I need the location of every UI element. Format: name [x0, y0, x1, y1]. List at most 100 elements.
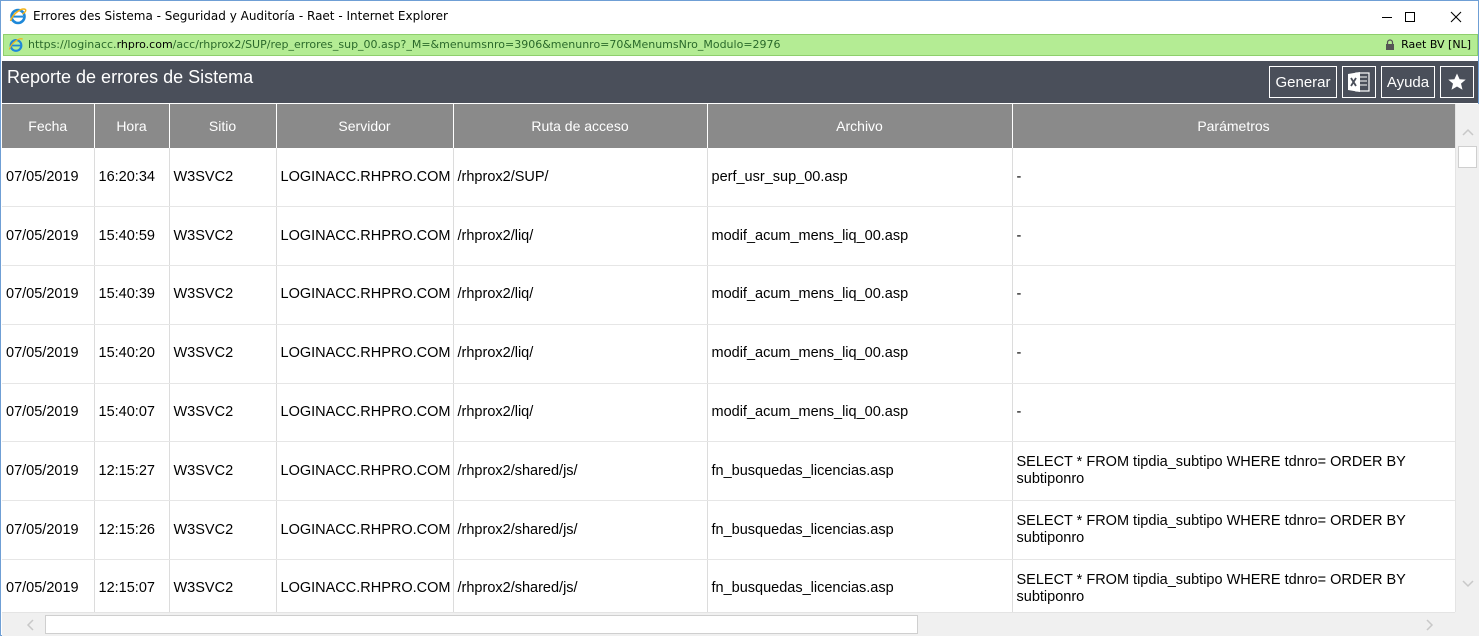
vertical-scroll-thumb[interactable]	[1458, 146, 1477, 168]
cell-hora: 16:20:34	[94, 148, 170, 208]
cell-sitio: W3SVC2	[169, 324, 277, 384]
table-row[interactable]: 07/05/2019 16:20:34 W3SVC2 LOGINACC.RHPR…	[2, 148, 1456, 208]
cell-parametros: SELECT * FROM tipdia_subtipo WHERE tdnro…	[1012, 500, 1456, 561]
report-header: Reporte de errores de Sistema Generar Ay…	[2, 61, 1478, 103]
cell-fecha: 07/05/2019	[2, 265, 95, 325]
column-header-hora[interactable]: Hora	[94, 104, 170, 148]
internet-explorer-icon	[9, 8, 27, 25]
cell-parametros: SELECT * FROM tipdia_subtipo WHERE tdnro…	[1012, 559, 1456, 619]
column-header-servidor[interactable]: Servidor	[276, 104, 454, 148]
ayuda-label: Ayuda	[1386, 73, 1430, 91]
scroll-up-icon[interactable]	[1460, 126, 1476, 138]
cell-sitio: W3SVC2	[169, 148, 277, 208]
cell-parametros: -	[1012, 265, 1456, 325]
cell-fecha: 07/05/2019	[2, 324, 95, 384]
cell-archivo: modif_acum_mens_liq_00.asp	[707, 265, 1013, 325]
favorite-button[interactable]	[1440, 66, 1474, 98]
cell-hora: 12:15:07	[94, 559, 170, 619]
cell-parametros: -	[1012, 324, 1456, 384]
close-button[interactable]	[1433, 1, 1479, 33]
column-header-sitio[interactable]: Sitio	[169, 104, 277, 148]
cell-ruta: /rhprox2/liq/	[453, 324, 708, 384]
cell-archivo: modif_acum_mens_liq_00.asp	[707, 324, 1013, 384]
site-identity-label: Raet BV [NL]	[1401, 38, 1471, 51]
scroll-left-icon[interactable]	[24, 618, 38, 632]
cell-sitio: W3SVC2	[169, 500, 277, 561]
cell-hora: 12:15:27	[94, 441, 170, 502]
cell-servidor: LOGINACC.RHPRO.COM	[276, 383, 454, 443]
table-header-row: Fecha Hora Sitio Servidor Ruta de acceso…	[2, 104, 1456, 148]
cell-servidor: LOGINACC.RHPRO.COM	[276, 500, 454, 561]
scroll-down-icon[interactable]	[1460, 578, 1476, 590]
cell-servidor: LOGINACC.RHPRO.COM	[276, 148, 454, 208]
table-row[interactable]: 07/05/2019 12:15:26 W3SVC2 LOGINACC.RHPR…	[2, 500, 1456, 561]
cell-sitio: W3SVC2	[169, 206, 277, 267]
cell-hora: 15:40:59	[94, 206, 170, 267]
cell-parametros: -	[1012, 383, 1456, 443]
table-row[interactable]: 07/05/2019 15:40:39 W3SVC2 LOGINACC.RHPR…	[2, 265, 1456, 325]
column-header-parametros[interactable]: Parámetros	[1012, 104, 1456, 148]
table-row[interactable]: 07/05/2019 12:15:27 W3SVC2 LOGINACC.RHPR…	[2, 441, 1456, 502]
cell-ruta: /rhprox2/liq/	[453, 265, 708, 325]
url-prefix: https://loginacc.	[28, 38, 117, 51]
cell-servidor: LOGINACC.RHPRO.COM	[276, 206, 454, 267]
cell-ruta: /rhprox2/shared/js/	[453, 500, 708, 561]
lock-icon	[1386, 38, 1395, 50]
column-header-ruta[interactable]: Ruta de acceso	[453, 104, 708, 148]
cell-fecha: 07/05/2019	[2, 148, 95, 208]
address-bar[interactable]: https://loginacc.rhpro.com/acc/rhprox2/S…	[3, 34, 1478, 56]
horizontal-scroll-thumb[interactable]	[45, 615, 918, 634]
cell-hora: 12:15:26	[94, 500, 170, 561]
cell-parametros: -	[1012, 206, 1456, 267]
table-row[interactable]: 07/05/2019 12:15:07 W3SVC2 LOGINACC.RHPR…	[2, 559, 1456, 619]
cell-servidor: LOGINACC.RHPRO.COM	[276, 324, 454, 384]
browser-window: Errores des Sistema - Seguridad y Audito…	[0, 0, 1479, 636]
cell-archivo: fn_busquedas_licencias.asp	[707, 500, 1013, 561]
cell-archivo: modif_acum_mens_liq_00.asp	[707, 206, 1013, 267]
cell-sitio: W3SVC2	[169, 441, 277, 502]
cell-archivo: fn_busquedas_licencias.asp	[707, 441, 1013, 502]
table-row[interactable]: 07/05/2019 15:40:07 W3SVC2 LOGINACC.RHPR…	[2, 383, 1456, 443]
cell-fecha: 07/05/2019	[2, 500, 95, 561]
cell-servidor: LOGINACC.RHPRO.COM	[276, 265, 454, 325]
maximize-icon	[1405, 12, 1415, 22]
cell-sitio: W3SVC2	[169, 383, 277, 443]
close-icon	[1450, 11, 1462, 23]
cell-hora: 15:40:07	[94, 383, 170, 443]
scrollbar-corner	[1455, 612, 1479, 636]
cell-fecha: 07/05/2019	[2, 383, 95, 443]
cell-fecha: 07/05/2019	[2, 559, 95, 619]
star-icon	[1448, 73, 1466, 90]
vertical-scrollbar[interactable]	[1455, 104, 1479, 612]
table-row[interactable]: 07/05/2019 15:40:59 W3SVC2 LOGINACC.RHPR…	[2, 206, 1456, 267]
scroll-right-icon[interactable]	[1422, 618, 1436, 632]
excel-icon	[1348, 72, 1370, 92]
cell-sitio: W3SVC2	[169, 265, 277, 325]
cell-archivo: modif_acum_mens_liq_00.asp	[707, 383, 1013, 443]
cell-parametros: -	[1012, 148, 1456, 208]
url-text[interactable]: https://loginacc.rhpro.com/acc/rhprox2/S…	[28, 38, 781, 51]
cell-ruta: /rhprox2/shared/js/	[453, 559, 708, 619]
cell-archivo: fn_busquedas_licencias.asp	[707, 559, 1013, 619]
maximize-button[interactable]	[1387, 1, 1433, 33]
generar-label: Generar	[1275, 73, 1331, 91]
cell-hora: 15:40:39	[94, 265, 170, 325]
page-title: Reporte de errores de Sistema	[7, 67, 254, 87]
title-bar: Errores des Sistema - Seguridad y Audito…	[1, 1, 1478, 33]
cell-hora: 15:40:20	[94, 324, 170, 384]
table-row[interactable]: 07/05/2019 15:40:20 W3SVC2 LOGINACC.RHPR…	[2, 324, 1456, 384]
column-header-archivo[interactable]: Archivo	[707, 104, 1013, 148]
errors-table: Fecha Hora Sitio Servidor Ruta de acceso…	[2, 104, 1456, 619]
export-excel-button[interactable]	[1342, 66, 1376, 98]
cell-fecha: 07/05/2019	[2, 206, 95, 267]
cell-servidor: LOGINACC.RHPRO.COM	[276, 441, 454, 502]
cell-parametros: SELECT * FROM tipdia_subtipo WHERE tdnro…	[1012, 441, 1456, 502]
url-domain: rhpro.com	[116, 38, 173, 51]
site-identity[interactable]: Raet BV [NL]	[1385, 38, 1471, 51]
ayuda-button[interactable]: Ayuda	[1381, 66, 1435, 98]
cell-ruta: /rhprox2/shared/js/	[453, 441, 708, 502]
generar-button[interactable]: Generar	[1269, 66, 1337, 98]
horizontal-scrollbar[interactable]	[2, 612, 1455, 636]
cell-fecha: 07/05/2019	[2, 441, 95, 502]
column-header-fecha[interactable]: Fecha	[2, 104, 95, 148]
